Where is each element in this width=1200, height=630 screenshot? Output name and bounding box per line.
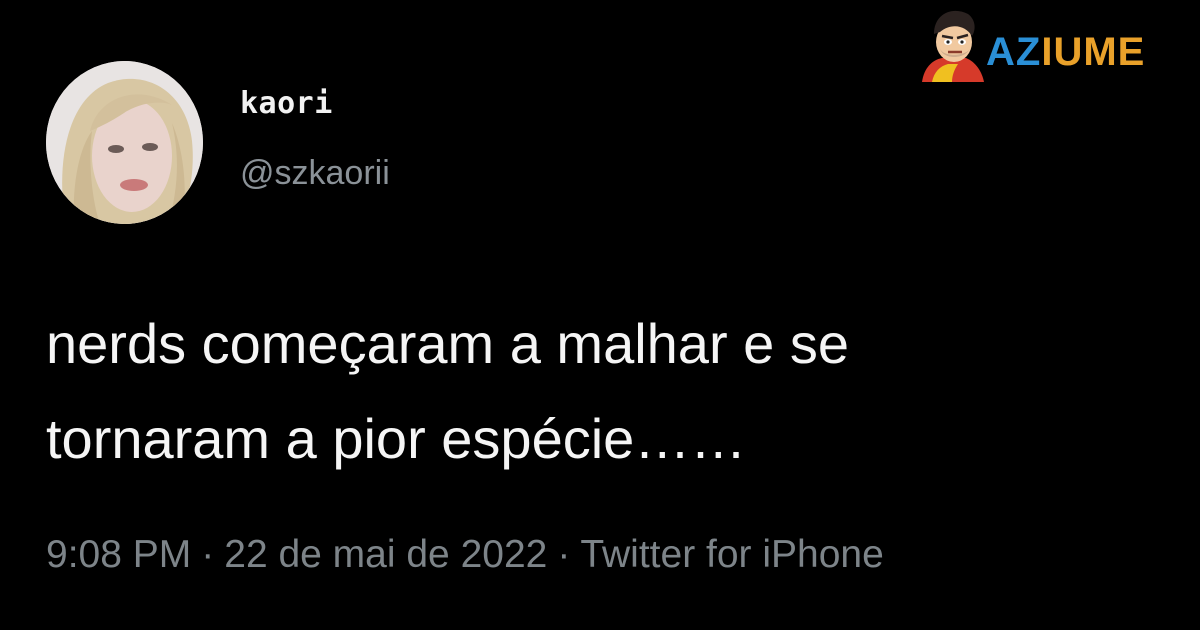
- aziume-logo[interactable]: AZIUME: [918, 2, 1188, 82]
- tweet-text-line: nerds começaram a malhar e se: [46, 312, 850, 375]
- tweet-source[interactable]: Twitter for iPhone: [580, 533, 883, 576]
- user-handle[interactable]: @szkaorii: [240, 154, 390, 193]
- separator: ·: [557, 533, 571, 576]
- tweet-text-line: tornaram a pior espécie……: [46, 407, 747, 470]
- avatar-photo: [46, 61, 203, 224]
- logo-text-az: AZ: [986, 30, 1042, 74]
- tweet-metadata: 9:08 PM · 22 de mai de 2022 · Twitter for iP…: [46, 533, 884, 577]
- tweet-date[interactable]: 22 de mai de 2022: [224, 533, 547, 576]
- tweet-text: nerds começaram a malhar e se tornaram a…: [46, 296, 1156, 486]
- logo-text-iume: IUME: [1041, 30, 1146, 74]
- display-name[interactable]: kaori: [240, 86, 333, 121]
- tweet-time[interactable]: 9:08 PM: [46, 533, 191, 576]
- cartoon-face-icon: [918, 2, 986, 82]
- separator: ·: [201, 533, 215, 576]
- logo-wordmark: AZIUME: [986, 30, 1145, 74]
- avatar[interactable]: [46, 61, 203, 224]
- tweet-card: kaori @szkaorii nerds começaram a malhar…: [0, 0, 1200, 630]
